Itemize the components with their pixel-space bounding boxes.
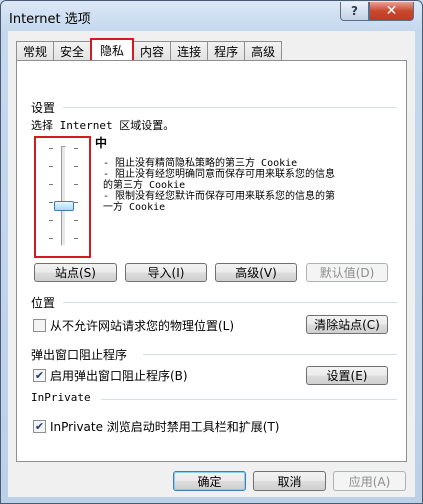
slider-tick xyxy=(49,184,53,185)
privacy-level-slider[interactable] xyxy=(34,136,91,258)
inprivate-checkbox[interactable]: ✔ xyxy=(33,420,46,433)
tab-strip: 常规 安全 隐私 内容 连接 程序 高级 xyxy=(16,38,283,60)
slider-tick xyxy=(74,184,78,185)
slider-tick xyxy=(74,166,78,167)
popup-settings-button[interactable]: 设置(E) xyxy=(306,366,388,385)
popup-checkbox-label: 启用弹出窗口阻止程序(B) xyxy=(50,369,188,383)
help-button[interactable]: ? xyxy=(340,2,369,21)
settings-separator xyxy=(63,107,397,108)
internet-options-window: Internet 选项 ? ✕ 常规 安全 隐私 内容 连接 程序 高级 设置 … xyxy=(0,0,423,504)
slider-tick xyxy=(74,202,78,203)
privacy-panel: 设置 选择 Internet 区域设置。 中 - 阻止没有精简隐私策略的第三方 … xyxy=(16,60,407,462)
slider-tick xyxy=(49,202,53,203)
title-bar[interactable]: Internet 选项 ? ✕ xyxy=(1,1,422,31)
tab-programs[interactable]: 程序 xyxy=(207,41,245,60)
slider-tick xyxy=(49,220,53,221)
popup-checkbox[interactable]: ✔ xyxy=(33,369,46,382)
tab-general[interactable]: 常规 xyxy=(16,41,54,60)
close-icon: ✕ xyxy=(385,3,398,19)
privacy-level-description: - 阻止没有精简隐私策略的第三方 Cookie - 阻止没有经您明确同意而保存可… xyxy=(103,158,403,213)
slider-tick xyxy=(49,166,53,167)
tab-privacy[interactable]: 隐私 xyxy=(90,38,135,60)
inprivate-checkbox-label: InPrivate 浏览启动时禁用工具栏和扩展(T) xyxy=(50,420,280,434)
slider-tick xyxy=(49,148,53,149)
slider-thumb[interactable] xyxy=(54,201,74,211)
settings-heading: 设置 xyxy=(31,101,56,115)
checkmark-icon: ✔ xyxy=(34,420,45,433)
description-line: - 限制没有经您默许而保存可用来联系您的信息的第 xyxy=(103,191,336,202)
default-button[interactable]: 默认值(D) xyxy=(306,263,388,282)
apply-button[interactable]: 应用(A) xyxy=(333,471,406,491)
advanced-button[interactable]: 高级(V) xyxy=(215,263,297,282)
privacy-level-title: 中 xyxy=(95,136,108,150)
slider-tick xyxy=(49,238,53,239)
close-button[interactable]: ✕ xyxy=(369,2,414,21)
cancel-button[interactable]: 取消 xyxy=(253,471,326,491)
dialog-client: 常规 安全 隐私 内容 连接 程序 高级 设置 选择 Internet 区域设置… xyxy=(8,31,415,497)
slider-tick xyxy=(74,148,78,149)
settings-instruction: 选择 Internet 区域设置。 xyxy=(31,119,175,132)
location-separator xyxy=(63,302,397,303)
popup-heading: 弹出窗口阻止程序 xyxy=(31,348,128,362)
slider-tick xyxy=(74,238,78,239)
location-checkbox[interactable] xyxy=(33,319,46,332)
description-line: - 阻止没有精简隐私策略的第三方 Cookie xyxy=(103,158,298,169)
inprivate-separator xyxy=(101,399,397,400)
ok-button[interactable]: 确定 xyxy=(173,471,246,491)
tab-security[interactable]: 安全 xyxy=(53,41,91,60)
tab-connections[interactable]: 连接 xyxy=(170,41,208,60)
description-line: 的第三方 Cookie xyxy=(103,180,186,191)
slider-tick xyxy=(74,220,78,221)
location-checkbox-row[interactable]: 从不允许网站请求您的物理位置(L) xyxy=(33,317,234,334)
import-button[interactable]: 导入(I) xyxy=(125,263,207,282)
inprivate-checkbox-row[interactable]: ✔ InPrivate 浏览启动时禁用工具栏和扩展(T) xyxy=(33,418,280,435)
tab-content[interactable]: 内容 xyxy=(134,41,171,60)
slider-track xyxy=(61,146,66,246)
sites-button[interactable]: 站点(S) xyxy=(34,263,117,282)
inprivate-heading: InPrivate xyxy=(31,391,91,404)
help-icon: ? xyxy=(351,4,358,18)
description-line: - 阻止没有经您明确同意而保存可用来联系您的信息 xyxy=(103,169,336,180)
clear-sites-button[interactable]: 清除站点(C) xyxy=(306,315,388,334)
description-line: 一方 Cookie xyxy=(103,202,166,213)
tab-advanced[interactable]: 高级 xyxy=(244,41,283,60)
location-heading: 位置 xyxy=(31,296,56,310)
window-title: Internet 选项 xyxy=(9,12,91,27)
popup-checkbox-row[interactable]: ✔ 启用弹出窗口阻止程序(B) xyxy=(33,367,188,384)
checkmark-icon: ✔ xyxy=(34,369,45,382)
location-checkbox-label: 从不允许网站请求您的物理位置(L) xyxy=(50,319,235,333)
popup-separator xyxy=(143,354,397,355)
